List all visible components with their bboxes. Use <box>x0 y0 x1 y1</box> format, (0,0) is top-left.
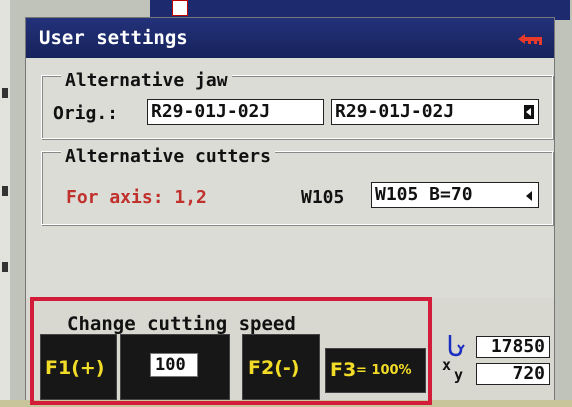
highlight-frame <box>30 297 432 405</box>
orig-jaw-field: R29-01J-02J <box>147 99 324 125</box>
coordinate-value-1: 17850 <box>476 336 550 358</box>
coordinate-value-2: 720 <box>476 363 550 385</box>
edge-marker <box>2 262 8 272</box>
axis-label: For axis: 1,2 <box>66 187 207 208</box>
key-icon[interactable] <box>516 31 544 47</box>
x-axis-label: x <box>442 356 452 374</box>
dialog-titlebar: User settings <box>26 18 554 58</box>
cutter-selector-arrow-icon[interactable] <box>526 191 532 201</box>
edge-marker <box>2 88 8 98</box>
edge-marker <box>2 186 8 196</box>
jaw-selector-arrow-icon[interactable] <box>524 105 534 119</box>
orig-label: Orig.: <box>53 103 119 124</box>
alternative-jaw-title: Alternative jaw <box>61 70 232 91</box>
y-axis-label: y <box>454 366 464 384</box>
dialog-title: User settings <box>39 27 188 49</box>
cutter-code: W105 <box>301 187 345 208</box>
background-window-edge <box>0 0 10 407</box>
alternative-jaw-field[interactable]: R29-01J-02J <box>331 99 539 125</box>
alternative-cutters-title: Alternative cutters <box>61 146 275 167</box>
background-app-icon <box>172 0 188 16</box>
alternative-cutter-field[interactable]: W105 B=70 <box>371 182 539 208</box>
